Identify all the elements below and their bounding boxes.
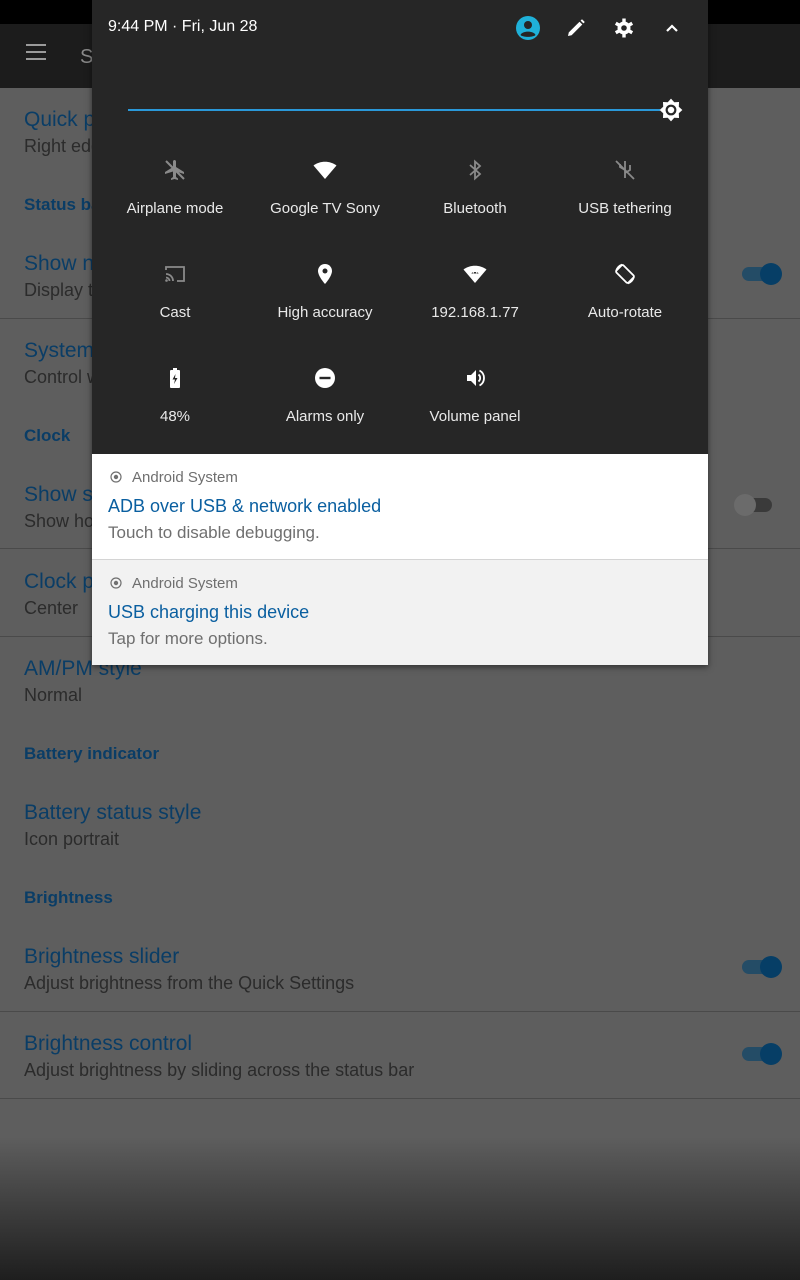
tile-bluetooth[interactable]: Bluetooth [400, 158, 550, 248]
menu-icon[interactable] [26, 44, 46, 60]
pref-title-battery-style[interactable]: Battery status style [24, 801, 201, 825]
notification-shade: 9:44 PM · Fri, Jun 28 Airplane mode Goog… [92, 0, 708, 665]
tile-label: USB tethering [578, 200, 672, 217]
tile-volume-panel[interactable]: Volume panel [400, 366, 550, 456]
tile-usb-tethering[interactable]: USB tethering [550, 158, 700, 248]
volume-icon [467, 369, 485, 387]
pref-summary-battery-style: Icon portrait [24, 829, 120, 849]
tile-battery[interactable]: 48% [100, 366, 250, 456]
brightness-icon[interactable] [658, 97, 684, 123]
pref-title-brightness-slider[interactable]: Brightness slider [24, 945, 179, 969]
pref-summary-system-icons: Control w [24, 367, 101, 387]
android-system-icon [110, 577, 122, 589]
tile-auto-rotate[interactable]: Auto-rotate [550, 262, 700, 352]
show-seconds-switch[interactable] [734, 494, 772, 516]
notification-app-name: Android System [132, 469, 238, 486]
tile-wifi[interactable]: Google TV Sony [250, 158, 400, 248]
notification-title: ADB over USB & network enabled [108, 496, 382, 516]
notification-text: Touch to disable debugging. [108, 523, 320, 542]
category-status-bar: Status ba [24, 195, 101, 214]
pref-summary-show-seconds: Show ho [24, 511, 95, 531]
collapse-icon[interactable] [660, 16, 684, 40]
tile-location[interactable]: High accuracy [250, 262, 400, 352]
pref-title-brightness-control[interactable]: Brightness control [24, 1032, 192, 1056]
notification-adb[interactable]: Android System ADB over USB & network en… [92, 454, 708, 560]
usb-tethering-icon [615, 160, 635, 180]
airplane-icon [165, 160, 185, 180]
brightness-control-switch[interactable] [742, 1043, 782, 1065]
tile-label: 192.168.1.77 [431, 304, 519, 321]
notification-text: Tap for more options. [108, 629, 268, 648]
cast-icon [165, 266, 185, 282]
do-not-disturb-icon [315, 368, 335, 388]
pref-title-quick-pulldown[interactable]: Quick p [24, 108, 95, 132]
category-brightness: Brightness [24, 888, 113, 907]
brightness-slider-track[interactable] [128, 109, 660, 111]
tile-label: Cast [159, 304, 191, 321]
location-icon [318, 264, 332, 284]
show-notif-switch[interactable] [742, 263, 782, 285]
android-system-icon [110, 471, 122, 483]
tile-do-not-disturb[interactable]: Alarms only [250, 366, 400, 456]
battery-icon [170, 368, 180, 388]
notification-app-name: Android System [132, 575, 238, 592]
pref-title-show-seconds[interactable]: Show s [24, 483, 93, 507]
pref-summary-ampm: Normal [24, 685, 83, 705]
wifi-icon [313, 161, 337, 179]
category-clock: Clock [24, 426, 71, 445]
tile-label: Google TV Sony [270, 200, 380, 217]
qs-datetime: 9:44 PM · Fri, Jun 28 [108, 18, 258, 35]
notification-title: USB charging this device [108, 602, 310, 622]
pref-title-clock-position[interactable]: Clock p [24, 570, 94, 594]
category-battery: Battery indicator [24, 744, 160, 763]
tile-airplane-mode[interactable]: Airplane mode [100, 158, 250, 248]
divider [0, 1011, 800, 1012]
tile-label: Alarms only [285, 408, 365, 425]
pref-summary-clock-position: Center [24, 598, 79, 618]
tile-label: Airplane mode [126, 200, 224, 217]
tile-adb-network[interactable]: 192.168.1.77 [400, 262, 550, 352]
tile-label: Volume panel [429, 408, 521, 425]
bluetooth-icon [469, 159, 482, 181]
adb-network-icon [463, 265, 487, 283]
edit-icon[interactable] [564, 16, 588, 40]
rotate-icon [615, 263, 635, 285]
notification-usb-charging[interactable]: Android System USB charging this device … [92, 560, 708, 665]
settings-icon[interactable] [612, 16, 636, 40]
tile-label: High accuracy [277, 304, 373, 321]
pref-title-show-notif[interactable]: Show n [24, 252, 94, 276]
tile-label: Bluetooth [443, 200, 507, 217]
tile-cast[interactable]: Cast [100, 262, 250, 352]
pref-summary-brightness-slider: Adjust brightness from the Quick Setting… [24, 973, 355, 993]
divider [0, 1098, 800, 1099]
pref-title-system-icons[interactable]: System [24, 339, 94, 363]
account-icon[interactable] [516, 16, 540, 40]
quick-settings-panel: 9:44 PM · Fri, Jun 28 Airplane mode Goog… [92, 0, 708, 454]
pref-summary-quick-pulldown: Right edg [24, 136, 102, 156]
tile-label: 48% [159, 408, 191, 425]
brightness-slider-switch[interactable] [742, 956, 782, 978]
tile-label: Auto-rotate [587, 304, 663, 321]
pref-summary-show-notif: Display t [24, 280, 94, 300]
pref-summary-brightness-control: Adjust brightness by sliding across the … [24, 1060, 415, 1080]
